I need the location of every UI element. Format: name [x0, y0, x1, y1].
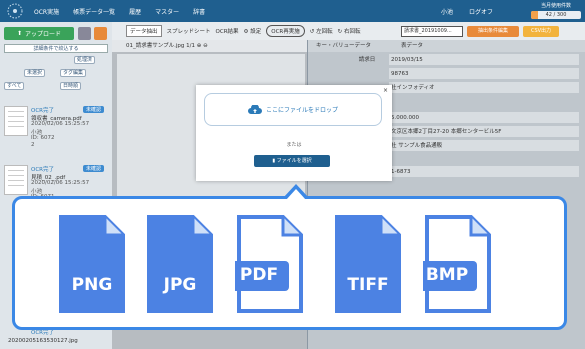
file-bmp-icon: BMP [417, 215, 493, 315]
ocr-again-button[interactable]: OCR再実施 [266, 25, 305, 37]
viewer-toolbar: 01_請求書サンプル.jpg 1/1 ⊕ ⊖ [112, 40, 307, 52]
usage-label: 当月使用件数 [540, 3, 571, 9]
chip-all[interactable]: すべて [4, 82, 25, 90]
csv-button[interactable]: CSV出力 [523, 26, 559, 37]
nav-list[interactable]: 帳票データ一覧 [73, 7, 115, 16]
chip-unselected[interactable]: 未選択 [24, 69, 46, 77]
kv-value[interactable]: 98763 [389, 68, 579, 79]
kv-value[interactable]: 社インフォディオ [389, 82, 579, 93]
rotate-right-button[interactable]: ↻ 右回転 [338, 27, 361, 35]
close-icon[interactable]: × [383, 87, 388, 94]
app-logo [7, 3, 23, 19]
trash-icon[interactable] [78, 27, 91, 40]
kv-value[interactable]: 文京区本郷2丁目27-20 本郷センタービル5F [389, 126, 579, 137]
file-shape [335, 215, 401, 313]
file-tiff-icon: TIFF [333, 215, 403, 315]
item-status: OCR完了 [31, 108, 54, 114]
format-label: BMP [425, 265, 469, 285]
chip-date-order[interactable]: 日時順 [60, 82, 82, 90]
tab-table[interactable]: 表データ [401, 43, 423, 49]
callout-pointer-inner [286, 189, 306, 200]
tab-spreadsheet[interactable]: スプレッドシート [167, 27, 211, 35]
doc-page: 1/1 [186, 43, 195, 49]
upload-icon: ⬆ [16, 30, 22, 37]
item-name: 20200205163530127.jpg [8, 338, 78, 344]
rotate-right-label: 右回転 [343, 29, 361, 35]
main-nav: OCR実施 帳票データ一覧 履歴 マスター 辞書 [34, 0, 205, 22]
select-file-label: ファイルを選択 [276, 158, 312, 164]
zoom-out-icon[interactable]: ⊖ [203, 43, 208, 49]
nav-master[interactable]: マスター [155, 7, 179, 16]
format-label: PDF [239, 265, 279, 285]
kv-row: 98763 [348, 68, 579, 80]
file-png-icon: PNG [57, 215, 127, 315]
usage-value: 42 / 300 [545, 12, 567, 18]
user-name[interactable]: 小池 [441, 7, 453, 16]
status-badge: 未確認 [82, 165, 104, 172]
drop-zone[interactable]: ここにファイルをドロップ [204, 93, 382, 126]
tab-kv[interactable]: キー・バリューデータ [316, 43, 371, 49]
kv-tabs: キー・バリューデータ 表データ [308, 40, 585, 52]
refresh-icon[interactable] [94, 27, 107, 40]
status-badge: 未確認 [82, 106, 104, 113]
format-label: TIFF [347, 275, 389, 295]
item-page: 2 [31, 142, 35, 148]
nav-dictionary[interactable]: 辞書 [193, 7, 205, 16]
kv-key: 請求日 [358, 57, 376, 63]
upload-button[interactable]: ⬆ アップロード [4, 27, 74, 40]
usage-meter: 当月使用件数 42 / 300 [531, 2, 581, 19]
file-jpg-icon: JPG [145, 215, 215, 315]
filter-toggle[interactable]: 詳細条件で絞込する [4, 44, 108, 53]
kv-value[interactable]: 1-6873 [389, 166, 579, 177]
upload-modal: × ここにファイルをドロップ または ▮ ファイルを選択 [196, 85, 392, 181]
list-item[interactable]: OCR完了 未確認 領収書_camera.pdf 2020/02/06 15:2… [4, 106, 108, 166]
settings-label: 設定 [250, 29, 262, 35]
item-date: 2020/02/06 15:25:57 [31, 180, 90, 186]
top-bar: OCR実施 帳票データ一覧 履歴 マスター 辞書 小池 ログオフ 当月使用件数 … [0, 0, 585, 22]
thumbnail [4, 165, 28, 195]
usage-bar: 42 / 300 [531, 11, 581, 19]
settings-button[interactable]: ⚙ 設定 [244, 27, 262, 35]
chip-processed[interactable]: 処理済 [74, 56, 96, 64]
select-file-button[interactable]: ▮ ファイルを選択 [254, 155, 330, 167]
item-date: 2020/02/06 15:25:57 [31, 121, 90, 127]
kv-value[interactable]: 社 サンプル食品通販 [389, 140, 579, 151]
tab-ocr-result[interactable]: OCR結果 [216, 27, 239, 35]
tab-extract[interactable]: データ抽出 [126, 25, 162, 37]
kv-row: 請求日 2019/03/15 [348, 54, 579, 66]
cloud-upload-icon [248, 104, 262, 114]
upload-label: アップロード [25, 31, 62, 38]
or-text: または [286, 142, 302, 148]
file-pdf-icon: PDF [229, 215, 305, 315]
chip-tag-edit[interactable]: タグ編集 [60, 69, 87, 77]
kv-value[interactable]: 5.000.000 [389, 112, 579, 123]
file-shape [147, 215, 213, 313]
document-select[interactable]: 請求書_20191009... [401, 26, 463, 37]
kv-value[interactable]: 2019/03/15 [389, 54, 579, 65]
format-callout: PNG JPG PDF TIFF BMP [12, 196, 567, 330]
nav-ocr[interactable]: OCR実施 [34, 7, 59, 16]
extract-settings-button[interactable]: 抽出条件編集 [467, 26, 519, 37]
doc-name: 01_請求書サンプル.jpg [126, 43, 185, 49]
rotate-left-button[interactable]: ↺ 左回転 [310, 27, 333, 35]
zoom-in-icon[interactable]: ⊕ [197, 43, 202, 49]
rotate-left-label: 左回転 [316, 29, 333, 35]
format-label: JPG [163, 275, 197, 295]
logout-link[interactable]: ログオフ [469, 7, 493, 16]
format-label: PNG [71, 275, 113, 295]
drop-label: ここにファイルをドロップ [265, 107, 338, 114]
item-id: ID: 6072 [31, 135, 55, 141]
thumbnail [4, 106, 28, 136]
item-status: OCR完了 [31, 167, 54, 173]
nav-history[interactable]: 履歴 [129, 7, 141, 16]
file-shape [59, 215, 125, 313]
